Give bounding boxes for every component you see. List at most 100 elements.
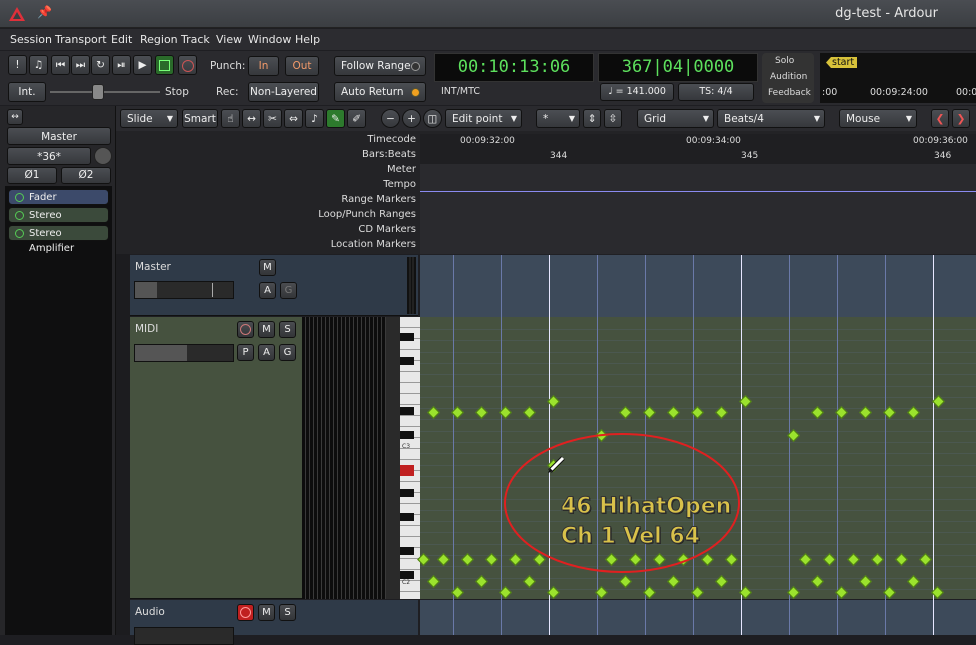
mute-button[interactable]: M [259,259,276,276]
piano-keyboard[interactable]: C3 C2 [400,317,420,599]
ruler-location-markers[interactable] [420,239,976,255]
automation-button[interactable]: A [258,344,275,361]
zoom-out-icon[interactable]: − [381,109,400,128]
audio-track-lane [420,600,976,635]
pin-icon[interactable]: 📌 [37,5,52,19]
route-group-button[interactable]: G [279,344,296,361]
plugin-enable-icon[interactable] [15,211,24,220]
playlist-button[interactable]: P [237,344,254,361]
snap-mode-dropdown[interactable]: Mouse ▼ [839,109,917,128]
gain-fader[interactable] [134,627,234,645]
punch-in-button[interactable]: In [248,56,279,76]
draw-tool-icon[interactable]: ✎ [326,109,345,128]
range-tool-icon[interactable]: ↔ [242,109,261,128]
track-name-master[interactable]: Master [135,261,171,273]
edit-point-dropdown[interactable]: Edit point ▼ [445,109,522,128]
menu-transport[interactable]: Transport [55,33,107,46]
track-header-midi[interactable]: MIDI M S P A G [130,317,302,599]
plugin-enable-icon[interactable] [15,193,24,202]
rec-mode-button[interactable]: Non-Layered [248,82,319,102]
menu-window[interactable]: Window [248,33,291,46]
shuttle-handle[interactable] [92,84,104,100]
play-range-icon[interactable]: ⏯ [112,55,131,75]
play-icon[interactable]: ▶ [133,55,152,75]
internal-edit-tool-icon[interactable]: ✐ [347,109,366,128]
trim-knob[interactable] [94,147,112,165]
track-header-master[interactable]: Master M A G [130,255,418,316]
panic-button[interactable]: ! [8,55,27,75]
solo-button[interactable]: S [279,321,296,338]
record-enable-button[interactable] [237,604,254,621]
punch-out-button[interactable]: Out [285,56,319,76]
gain-fader[interactable] [134,344,234,362]
solo-button[interactable]: S [279,604,296,621]
smart-mode-button[interactable]: Smart [182,109,218,128]
meter-button[interactable]: TS: 4/4 [678,83,754,101]
zoom-session-icon[interactable]: ◫ [423,109,442,128]
route-group-button[interactable]: G [280,282,297,299]
track-name-audio[interactable]: Audio [135,606,165,618]
shrink-tracks-icon[interactable]: ⇳ [604,109,622,128]
int-sync-button[interactable]: Int. [8,82,46,102]
plugin-stereo-amplifier-1[interactable]: Stereo Amplifier [8,207,109,236]
plugin-fader[interactable]: Fader [8,189,109,205]
follow-range-button[interactable]: Follow Range [334,56,426,76]
cut-tool-icon[interactable]: ✂ [263,109,282,128]
midi-scroomer[interactable] [386,317,400,599]
plugin-stereo-amplifier-2[interactable]: Stereo Amplifier [8,225,109,254]
ruler-loop-punch[interactable] [420,209,976,225]
solo-button[interactable]: Solo [775,56,794,66]
plugin-fader-label: Fader [29,192,57,203]
shuttle-slider[interactable] [50,91,160,93]
menu-edit[interactable]: Edit [111,33,132,46]
menu-help[interactable]: Help [295,33,320,46]
menu-view[interactable]: View [216,33,242,46]
mute-button[interactable]: M [258,321,275,338]
ruler-bbt[interactable]: 344 345 346 [420,149,976,165]
plugin-enable-icon[interactable] [15,229,24,238]
ruler-cd-markers[interactable] [420,224,976,240]
strip-width-icon[interactable]: ↔ [7,109,23,125]
zoom-in-icon[interactable]: + [402,109,421,128]
menu-session[interactable]: Session [10,33,52,46]
audition-button[interactable]: Audition [770,72,807,82]
loop-icon[interactable]: ↻ [91,55,110,75]
edit-mode-dropdown[interactable]: Slide ▼ [120,109,178,128]
track-header-audio[interactable]: Audio M S [130,600,418,645]
mini-timeline[interactable]: start :00 00:09:24:00 00:0 [820,53,976,103]
ruler-meter[interactable] [420,164,976,180]
nudge-dropdown[interactable]: * ▼ [536,109,580,128]
track-name-midi[interactable]: MIDI [135,323,158,335]
goto-start-icon[interactable]: ⏮ [51,55,70,75]
ruler-timecode[interactable]: 00:09:32:00 00:09:34:00 00:09:36:00 [420,134,976,150]
metronome-icon[interactable]: ♫ [29,55,48,75]
nav-forward-icon[interactable]: ❯ [952,109,970,128]
menu-track[interactable]: Track [181,33,210,46]
nav-back-icon[interactable]: ❮ [931,109,949,128]
secondary-clock[interactable]: 367|04|0000 [598,53,758,82]
stretch-tool-icon[interactable]: ⇔ [284,109,303,128]
ruler-tempo[interactable] [420,179,976,195]
mute-button[interactable]: M [258,604,275,621]
record-enable-button[interactable] [237,321,254,338]
grid-unit-dropdown[interactable]: Beats/4 ▼ [717,109,825,128]
menu-region[interactable]: Region [140,33,178,46]
record-icon[interactable] [178,55,197,75]
editor-mixer-strip: ↔ Master *36* Ø1 Ø2 Fader Stereo Amplifi… [0,106,116,635]
automation-button[interactable]: A [259,282,276,299]
visible-tracks-icon[interactable]: ⇕ [583,109,601,128]
stop-icon[interactable] [155,55,174,75]
grid-type-dropdown[interactable]: Grid ▼ [637,109,714,128]
primary-clock[interactable]: 00:10:13:06 [434,53,594,82]
auto-return-button[interactable]: Auto Return [334,82,426,102]
phase-invert-1-button[interactable]: Ø1 [7,167,57,184]
grab-tool-icon[interactable]: ☝ [221,109,240,128]
input-button[interactable]: *36* [7,147,91,165]
gain-fader[interactable] [134,281,234,299]
strip-name-button[interactable]: Master [7,127,111,145]
audition-tool-icon[interactable]: ♪ [305,109,324,128]
phase-invert-2-button[interactable]: Ø2 [61,167,111,184]
ruler-range-markers[interactable] [420,194,976,210]
goto-end-icon[interactable]: ⏭ [71,55,90,75]
tempo-button[interactable]: ♩ = 141.000 [600,83,674,101]
